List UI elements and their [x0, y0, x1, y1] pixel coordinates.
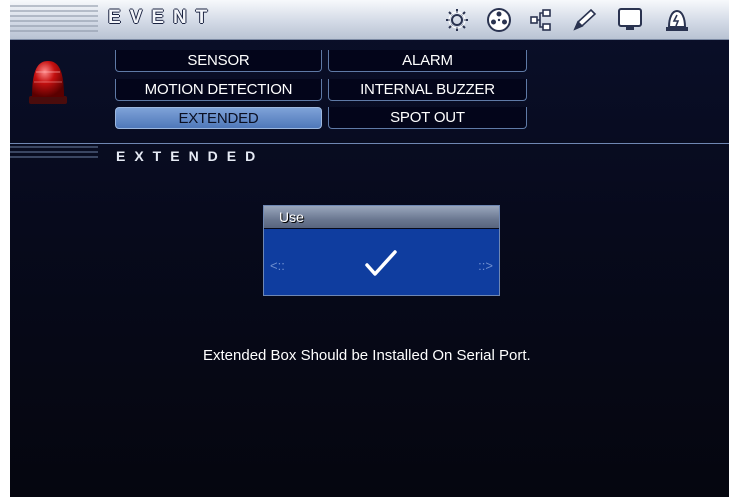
use-label: Use	[279, 209, 304, 225]
event-window: EVENT SENSOR ALARM MOTION DETECTION INTE…	[10, 0, 729, 497]
reel-icon[interactable]	[485, 7, 513, 33]
monitor-icon[interactable]	[616, 7, 644, 33]
tab-motion-detection[interactable]: MOTION DETECTION	[115, 79, 322, 101]
checkmark-icon	[365, 250, 397, 276]
section-divider	[10, 143, 729, 144]
arrow-right-icon[interactable]: ::>	[478, 258, 493, 273]
info-message: Extended Box Should be Installed On Seri…	[203, 347, 531, 364]
title-bar-stripes	[10, 5, 98, 35]
alarm-bell-icon[interactable]	[663, 7, 691, 33]
use-header: Use	[264, 206, 499, 228]
tab-spot-out[interactable]: SPOT OUT	[328, 107, 527, 129]
section-title: EXTENDED	[116, 148, 265, 164]
gear-icon[interactable]	[443, 7, 471, 33]
window-title: EVENT	[108, 7, 217, 28]
pencil-icon[interactable]	[570, 7, 598, 33]
section-stripes	[10, 146, 98, 160]
alarm-light-icon	[28, 59, 68, 105]
tab-sensor[interactable]: SENSOR	[115, 50, 322, 72]
use-toggle[interactable]: <:: ::>	[264, 229, 499, 295]
network-icon[interactable]	[527, 7, 555, 33]
use-control: Use <:: ::>	[263, 205, 500, 296]
arrow-left-icon[interactable]: <::	[270, 258, 285, 273]
tab-internal-buzzer[interactable]: INTERNAL BUZZER	[328, 79, 527, 101]
tab-extended[interactable]: EXTENDED	[115, 107, 322, 129]
tab-alarm[interactable]: ALARM	[328, 50, 527, 72]
screen: EVENT SENSOR ALARM MOTION DETECTION INTE…	[0, 0, 744, 497]
title-bar: EVENT	[10, 0, 729, 40]
